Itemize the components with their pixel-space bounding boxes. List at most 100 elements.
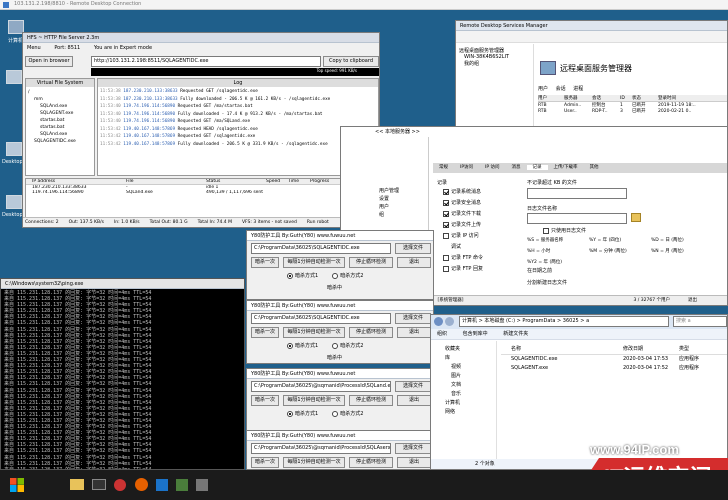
nav-item[interactable]: 库 [445, 354, 496, 363]
explorer-window[interactable]: 计算机 > 本地磁盘 (C:) > ProgramData > 36025 > … [430, 314, 728, 470]
ftp-option-checkbox[interactable]: 记录文件下载 [443, 209, 483, 220]
ftp-tab[interactable]: 上传/下载率 [548, 165, 584, 170]
start-button[interactable]: 开始 [8, 476, 26, 494]
vfs-item[interactable]: mm [28, 96, 92, 103]
ping-titlebar[interactable]: C:\Windows\system32\ping.exe [1, 279, 244, 289]
nav-item[interactable]: 计算机 [445, 399, 496, 408]
ftp-option-checkbox[interactable]: 记录系统消息 [443, 187, 483, 198]
kill-mode-2-radio[interactable]: 暗杀方式2 [332, 342, 363, 349]
ftp-tab[interactable]: IP访问 [454, 165, 479, 170]
vfs-item[interactable]: SQLAnd.exe [28, 103, 92, 110]
guard-titlebar[interactable]: Y80防护工具 By:Guth(Y80) www.fuwuu.net [247, 231, 433, 241]
ftp-option-checkbox[interactable]: 记录 FTP 命令 [443, 253, 483, 264]
copy-to-clipboard-button[interactable]: Copy to clipboard [323, 56, 379, 67]
app-taskbar-icon[interactable] [196, 479, 208, 491]
new-folder-button[interactable]: 新建文件夹 [503, 331, 528, 337]
file-row[interactable]: SQLAGENTIDC.exe 2020-03-04 17:53 应用程序 [501, 355, 727, 364]
nav-item[interactable]: 视频 [445, 363, 496, 372]
auto-detect-button[interactable]: 每隔1分钟自动检测一次 [283, 395, 345, 406]
guard-window[interactable]: Y80防护工具 By:Guth(Y80) www.fuwuu.net C:\Pro… [246, 430, 434, 470]
vfs-panel[interactable]: Virtual File System / mm SQLAnd.exe SQLA… [25, 78, 95, 176]
vfs-item[interactable]: / [28, 89, 92, 96]
guard-titlebar[interactable]: Y80防护工具 By:Guth(Y80) www.fuwuu.net [247, 369, 433, 379]
exit-button[interactable]: 退出 [397, 395, 431, 406]
open-in-browser-button[interactable]: Open in browser [25, 56, 73, 67]
kill-mode-2-radio[interactable]: 暗杀方式2 [332, 272, 363, 279]
folder-icon[interactable] [631, 213, 641, 222]
select-file-button[interactable]: 选择文件 [395, 443, 431, 454]
ftp-tab[interactable]: 其他 [584, 165, 605, 170]
guard-path-field[interactable]: C:\ProgramData\36025\@sqmanid\ProcessId\… [251, 381, 391, 392]
hfs-menu-button[interactable]: Menu [27, 45, 41, 51]
stop-loop-button[interactable]: 停止循环检测 [349, 257, 393, 268]
kill-mode-2-radio[interactable]: 暗杀方式2 [332, 410, 363, 417]
rdsm-tab[interactable]: 进程 [573, 86, 583, 92]
ftp-tree-item[interactable]: 用户管理 [379, 187, 428, 195]
nav-item[interactable]: 图片 [445, 372, 496, 381]
url-field[interactable]: http://103.131.2.198:8511/SQLAGENTIDC.ex… [91, 56, 321, 67]
desktop-folder-icon[interactable] [6, 70, 22, 84]
ftp-option-checkbox[interactable]: 记录安全消息 [443, 198, 483, 209]
exit-button[interactable]: 退出 [397, 257, 431, 268]
auto-detect-button[interactable]: 每隔1分钟自动检测一次 [283, 457, 345, 468]
file-col[interactable]: 类型 [679, 346, 689, 352]
log-filename-field[interactable] [527, 213, 627, 224]
kill-mode-1-radio[interactable]: 暗杀方式1 [287, 342, 318, 349]
hfs-window[interactable]: HFS ~ HTTP File Server 2.3m Menu Port: 8… [22, 32, 380, 228]
ping-console[interactable]: C:\Windows\system32\ping.exe 来自 115.231.… [0, 278, 245, 470]
desktop-folder-icon[interactable] [6, 142, 22, 156]
guard-window[interactable]: Y80防护工具 By:Guth(Y80) www.fuwuu.net C:\Pro… [246, 230, 434, 300]
search-field[interactable]: 搜索 a [673, 316, 727, 327]
ftp-tree-item[interactable]: 组 [379, 211, 428, 219]
ftp-option-checkbox[interactable]: 记录 FTP 回复 [443, 264, 483, 275]
app-taskbar-icon[interactable] [156, 479, 168, 491]
rdsm-tree-item[interactable]: 我的组 [459, 60, 530, 67]
exit-button[interactable]: 退出 [397, 457, 431, 468]
ftp-option-checkbox[interactable]: 记录 IP 访问 [443, 231, 483, 242]
rdsm-tab[interactable]: 用户 [538, 86, 548, 92]
auto-detect-button[interactable]: 每隔1分钟自动检测一次 [283, 327, 345, 338]
rdsm-tree-item[interactable]: 远程桌面服务管理器 [459, 47, 530, 54]
explorer-taskbar-icon[interactable] [70, 479, 84, 490]
kill-once-button[interactable]: 暗杀一次 [251, 257, 279, 268]
firefox-taskbar-icon[interactable] [135, 478, 148, 491]
vfs-item[interactable]: SQLAnd.exe [28, 131, 92, 138]
guard-titlebar[interactable]: Y80防护工具 By:Guth(Y80) www.fuwuu.net [247, 301, 433, 311]
hfs-status-item[interactable]: Run robot [307, 220, 329, 225]
ftp-titlebar[interactable]: << 本地服务器 >> [341, 127, 727, 137]
stop-loop-button[interactable]: 停止循环检测 [349, 457, 393, 468]
ftp-tree-item[interactable]: 设置 [379, 195, 428, 203]
include-library-button[interactable]: 包含到库中 [463, 331, 488, 337]
app-taskbar-icon[interactable] [176, 479, 188, 491]
kill-once-button[interactable]: 暗杀一次 [251, 395, 279, 406]
select-file-button[interactable]: 选择文件 [395, 243, 431, 254]
vfs-item[interactable]: SQLAGENT.exe [28, 110, 92, 117]
ftp-tab[interactable]: IP 访问 [479, 165, 505, 170]
guard-window[interactable]: Y80防护工具 By:Guth(Y80) www.fuwuu.net C:\Pro… [246, 300, 434, 364]
file-col[interactable]: 名称 [501, 345, 623, 354]
rdsm-window[interactable]: Remote Desktop Services Manager 远程桌面服务管理… [455, 20, 728, 132]
rdp-titlebar[interactable]: 103.131.2.198/8810 - Remote Desktop Conn… [0, 0, 728, 10]
table-row[interactable]: RTB User.. RDP-T.. 3 已断开 2020-02-21 0.. [538, 108, 727, 114]
guard-path-field[interactable]: C:\ProgramData\36025\SQLAGENTIDC.exe [251, 243, 391, 254]
guard-window[interactable]: Y80防护工具 By:Guth(Y80) www.fuwuu.net C:\Pro… [246, 368, 434, 432]
organize-button[interactable]: 组织 [437, 331, 447, 337]
rdsm-titlebar[interactable]: Remote Desktop Services Manager [456, 21, 727, 31]
table-row[interactable]: 119.74.196.114:56890 SQLand.exe 490,139 / … [26, 190, 378, 195]
log-panel[interactable]: Log 11:53:38 187.230.210.133:38633 Reque… [97, 78, 379, 176]
connections-table[interactable]: IP address File Status Speed Time Progress 18… [25, 178, 379, 218]
max-size-field[interactable] [527, 188, 627, 199]
exit-button[interactable]: 退出 [397, 327, 431, 338]
nav-item[interactable]: 文档 [445, 381, 496, 390]
address-field[interactable]: 计算机 > 本地磁盘 (C:) > ProgramData > 36025 > … [459, 316, 669, 327]
ftp-tab[interactable]: 记录 [526, 165, 548, 170]
guard-path-field[interactable]: C:\ProgramData\36025\SQLAGENTIDC.exe [251, 313, 391, 324]
auto-detect-button[interactable]: 每隔1分钟自动检测一次 [283, 257, 345, 268]
desktop-folder-icon[interactable] [6, 195, 22, 209]
nav-item[interactable]: 收藏夹 [445, 345, 496, 354]
stop-loop-button[interactable]: 停止循环检测 [349, 395, 393, 406]
kill-mode-1-radio[interactable]: 暗杀方式1 [287, 272, 318, 279]
terminal-taskbar-icon[interactable] [92, 479, 106, 490]
hfs-titlebar[interactable]: HFS ~ HTTP File Server 2.3m [23, 33, 379, 43]
kill-once-button[interactable]: 暗杀一次 [251, 327, 279, 338]
